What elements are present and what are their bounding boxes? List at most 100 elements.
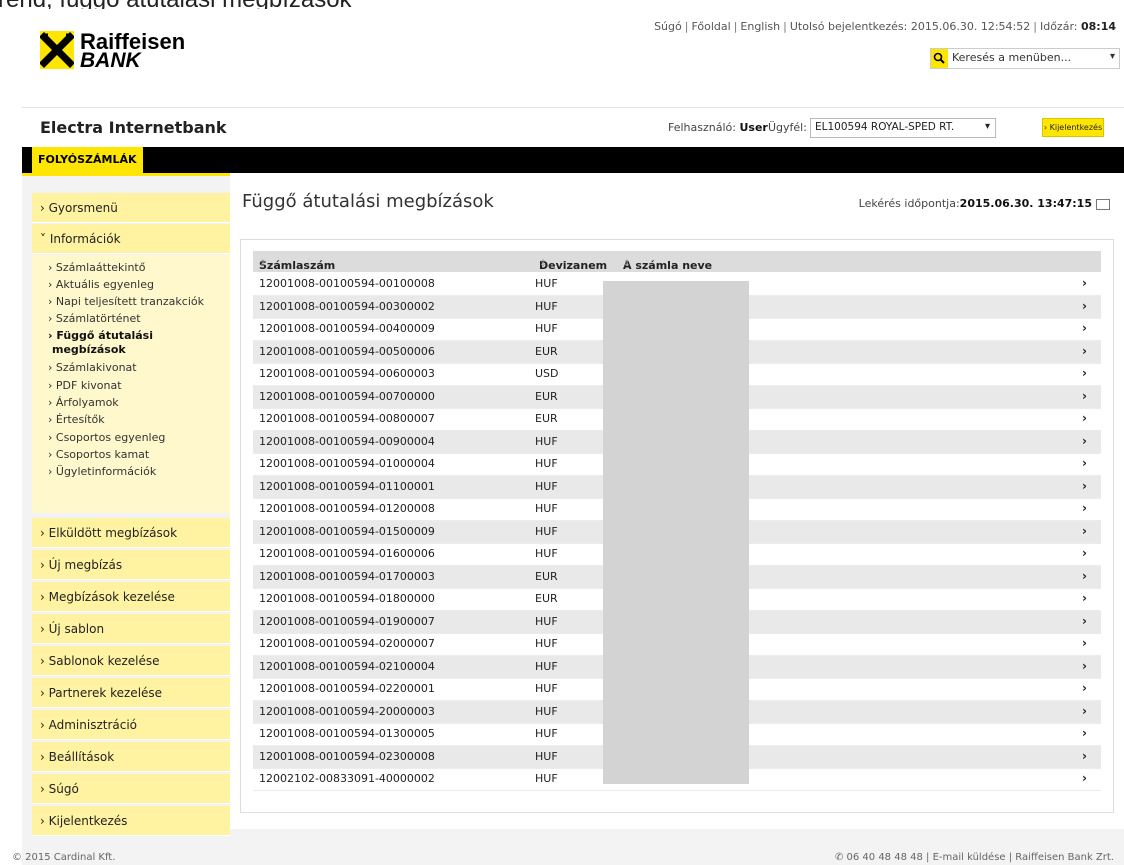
search-input[interactable]: Keresés a menüben... bbox=[952, 51, 1071, 64]
chevron-right-icon[interactable]: › bbox=[1082, 524, 1087, 538]
account-number: 12001008-00100594-00900004 bbox=[259, 434, 435, 448]
chevron-right-icon[interactable]: › bbox=[1082, 569, 1087, 583]
chevron-right-icon[interactable]: › bbox=[1082, 749, 1087, 763]
sidebar-item-sablonok-kezelese[interactable]: › Sablonok kezelése bbox=[32, 646, 230, 676]
currency: HUF bbox=[535, 434, 558, 448]
app-title: Electra Internetbank bbox=[40, 118, 227, 137]
currency: HUF bbox=[535, 277, 558, 290]
sidebar-item-elkuldott[interactable]: › Elküldött megbízások bbox=[32, 518, 230, 548]
currency: EUR bbox=[535, 344, 558, 358]
sidebar-item-label: › Adminisztráció bbox=[40, 718, 138, 732]
account-number: 12001008-00100594-02100004 bbox=[259, 659, 435, 673]
chevron-right-icon[interactable]: › bbox=[1082, 456, 1087, 470]
submenu-item-fuggo-atutalasi[interactable]: › Függő átutalási bbox=[48, 329, 153, 342]
help-link[interactable]: Súgó bbox=[654, 20, 682, 33]
submenu-item-ertesitok[interactable]: › Értesítők bbox=[48, 413, 105, 426]
currency: EUR bbox=[535, 412, 558, 425]
sidebar-item-informaciok[interactable]: ˅ Információk bbox=[32, 224, 230, 254]
sidebar-item-label: › Beállítások bbox=[40, 750, 115, 764]
submenu-item-szamlakivonat[interactable]: › Számlakivonat bbox=[48, 361, 137, 374]
account-number: 12002102-00833091-40000002 bbox=[259, 772, 435, 785]
sidebar-item-partnerek-kezelese[interactable]: › Partnerek kezelése bbox=[32, 678, 230, 708]
chevron-right-icon[interactable]: › bbox=[1082, 479, 1087, 493]
account-number: 12001008-00100594-01600006 bbox=[259, 547, 435, 560]
currency: HUF bbox=[535, 479, 558, 493]
client-select[interactable]: EL100594 ROYAL-SPED RT. ▾ bbox=[810, 118, 996, 138]
sidebar-item-uj-megbizas[interactable]: › Új megbízás bbox=[32, 550, 230, 580]
timer-label: Időzár: bbox=[1039, 20, 1078, 33]
submenu-item-csoportos-egyenleg[interactable]: › Csoportos egyenleg bbox=[48, 431, 165, 444]
submenu-item-szamlaattekinto[interactable]: › Számlaáttekintő bbox=[48, 261, 145, 274]
sidebar-item-label: › Súgó bbox=[40, 782, 79, 796]
submenu-item-szamlatortenet[interactable]: › Számlatörténet bbox=[48, 312, 141, 325]
sort-icon: ⇕ bbox=[539, 259, 547, 269]
table-header: Számlaszám ⇕ Devizanem ⇕ A számla neve ⇕ bbox=[253, 251, 1101, 272]
footer-contact[interactable]: ✆ 06 40 48 48 48 | E-mail küldése | Raif… bbox=[835, 852, 1114, 863]
currency: HUF bbox=[535, 547, 558, 560]
submenu-item-fuggo-atutalasi-line2[interactable]: megbízások bbox=[52, 343, 126, 356]
chevron-right-icon[interactable]: › bbox=[1082, 659, 1087, 673]
search-icon bbox=[931, 49, 948, 68]
sidebar-item-label: › Elküldött megbízások bbox=[40, 526, 178, 540]
menu-search[interactable]: Keresés a menüben... ▾ bbox=[930, 48, 1120, 69]
chevron-right-icon[interactable]: › bbox=[1082, 434, 1087, 448]
header-label: Devizanem bbox=[539, 259, 608, 272]
chevron-right-icon[interactable]: › bbox=[1082, 614, 1087, 628]
page-title: Függő átutalási megbízások bbox=[242, 191, 494, 212]
account-number: 12001008-00100594-02300008 bbox=[259, 749, 435, 763]
chevron-right-icon[interactable]: › bbox=[1082, 546, 1087, 560]
timestamp-value: 2015.06.30. 13:47:15 bbox=[959, 197, 1092, 210]
sidebar-item-label: ˅ Információk bbox=[40, 232, 121, 246]
user-label: Felhasználó: bbox=[668, 121, 736, 134]
accounts-panel: Számlaszám ⇕ Devizanem ⇕ A számla neve ⇕… bbox=[240, 239, 1114, 813]
chevron-right-icon[interactable]: › bbox=[1082, 276, 1087, 290]
sidebar: › Gyorsmenü ˅ Információk › Számlaátteki… bbox=[32, 193, 230, 836]
chevron-right-icon[interactable]: › bbox=[1082, 726, 1087, 740]
chevron-right-icon[interactable]: › bbox=[1082, 321, 1087, 335]
print-icon[interactable] bbox=[1096, 198, 1110, 210]
submenu-item-aktualis-egyenleg[interactable]: › Aktuális egyenleg bbox=[48, 278, 154, 291]
account-number: 12001008-00100594-01100001 bbox=[259, 479, 435, 493]
chevron-right-icon[interactable]: › bbox=[1082, 344, 1087, 358]
chevron-right-icon[interactable]: › bbox=[1082, 299, 1087, 313]
submenu-item-ugyletinformaciok[interactable]: › Ügyletinformációk bbox=[48, 465, 156, 478]
chevron-right-icon[interactable]: › bbox=[1082, 366, 1087, 380]
chevron-right-icon[interactable]: › bbox=[1082, 411, 1087, 425]
chevron-right-icon[interactable]: › bbox=[1082, 704, 1087, 718]
sidebar-item-uj-sablon[interactable]: › Új sablon bbox=[32, 614, 230, 644]
client-value: EL100594 ROYAL-SPED RT. bbox=[815, 121, 955, 133]
account-number: 12001008-00100594-01200008 bbox=[259, 502, 435, 515]
account-number: 12001008-00100594-00700000 bbox=[259, 389, 435, 403]
submenu-item-pdf-kivonat[interactable]: › PDF kivonat bbox=[48, 379, 122, 392]
submenu-item-csoportos-kamat[interactable]: › Csoportos kamat bbox=[48, 448, 149, 461]
chevron-right-icon[interactable]: › bbox=[1082, 681, 1087, 695]
english-link[interactable]: English bbox=[740, 20, 780, 33]
top-links: Súgó | Főoldal | English | Utolsó bejelentkezé… bbox=[654, 20, 1116, 33]
sort-icon: ⇕ bbox=[623, 259, 631, 269]
header: Raiffeisen BANK Súgó | Főoldal | English | Uto… bbox=[22, 9, 1124, 107]
chevron-right-icon[interactable]: › bbox=[1082, 636, 1087, 650]
sidebar-item-gyorsmenu[interactable]: › Gyorsmenü bbox=[32, 193, 230, 223]
submenu-item-arfolyamok[interactable]: › Árfolyamok bbox=[48, 396, 119, 409]
tab-folyoszamlak[interactable]: FOLYÓSZÁMLÁK bbox=[32, 147, 143, 173]
chevron-right-icon[interactable]: › bbox=[1082, 389, 1087, 403]
header-label: A számla neve bbox=[623, 259, 713, 272]
sidebar-item-sugo[interactable]: › Súgó bbox=[32, 774, 230, 804]
logout-button[interactable]: › Kijelentkezés bbox=[1042, 118, 1104, 137]
account-number: 12001008-00100594-20000003 bbox=[259, 704, 435, 718]
currency: EUR bbox=[535, 592, 558, 605]
sidebar-item-adminisztracio[interactable]: › Adminisztráció bbox=[32, 710, 230, 740]
currency: HUF bbox=[535, 749, 558, 763]
sidebar-item-kijelentkezes[interactable]: › Kijelentkezés bbox=[32, 806, 230, 836]
sidebar-item-beallitasok[interactable]: › Beállítások bbox=[32, 742, 230, 772]
chevron-right-icon[interactable]: › bbox=[1082, 501, 1087, 515]
sidebar-item-megbizasok-kezelese[interactable]: › Megbízások kezelése bbox=[32, 582, 230, 612]
chevron-right-icon[interactable]: › bbox=[1082, 591, 1087, 605]
last-login: Utolsó bejelentkezés: 2015.06.30. 12:54:… bbox=[789, 20, 1031, 33]
submenu-item-napi-tranzakciok[interactable]: › Napi teljesített tranzakciók bbox=[48, 295, 204, 308]
chevron-right-icon[interactable]: › bbox=[1082, 771, 1087, 785]
home-link[interactable]: Főoldal bbox=[691, 20, 730, 33]
account-number: 12001008-00100594-01900007 bbox=[259, 614, 435, 628]
currency: HUF bbox=[535, 322, 558, 335]
account-number: 12001008-00100594-02200001 bbox=[259, 682, 435, 695]
